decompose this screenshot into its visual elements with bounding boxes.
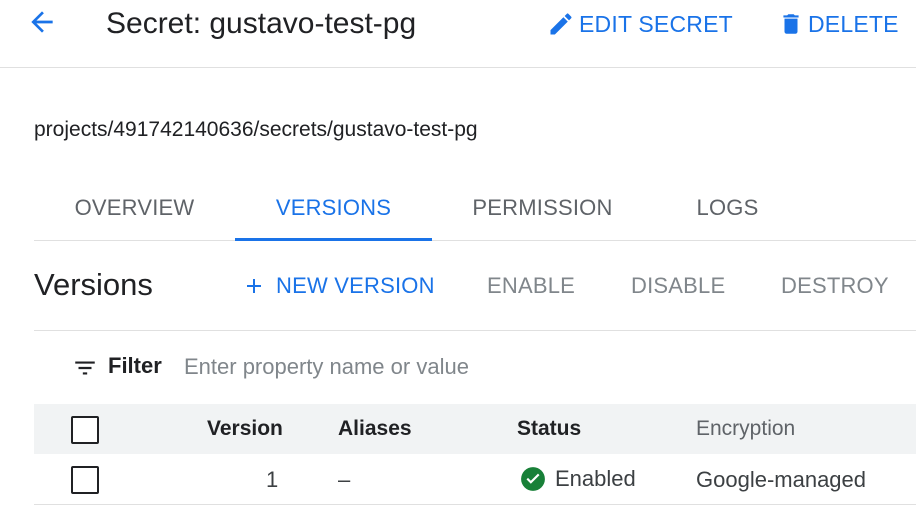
status-text: Enabled xyxy=(555,466,636,491)
tab-versions[interactable]: VERSIONS xyxy=(235,176,432,241)
delete-button[interactable]: DELETE xyxy=(778,6,899,42)
filter-label: Filter xyxy=(108,353,162,378)
versions-table: Version Aliases Status Encryption 1 – En… xyxy=(34,404,916,505)
section-title: Versions xyxy=(34,267,153,302)
filter-input[interactable] xyxy=(184,349,884,385)
resource-path: projects/491742140636/secrets/gustavo-te… xyxy=(34,118,478,141)
status-cell: Enabled xyxy=(520,466,636,492)
back-button[interactable] xyxy=(24,8,60,40)
page-title: Secret: gustavo-test-pg xyxy=(106,7,417,40)
edit-secret-button[interactable]: EDIT SECRET xyxy=(547,6,733,42)
arrow-back-icon xyxy=(26,6,58,43)
delete-label: DELETE xyxy=(808,10,899,37)
select-all-checkbox[interactable] xyxy=(71,416,99,444)
edit-secret-label: EDIT SECRET xyxy=(579,10,733,37)
encryption-cell: Google-managed xyxy=(696,467,867,492)
plus-icon xyxy=(242,274,266,298)
tab-bar: OVERVIEW VERSIONS PERMISSION LOGS xyxy=(34,176,916,241)
disable-button[interactable]: DISABLE xyxy=(631,268,725,304)
trash-icon xyxy=(778,10,804,38)
filter-bar: Filter xyxy=(34,330,916,404)
column-header-aliases[interactable]: Aliases xyxy=(338,417,412,441)
pencil-icon xyxy=(547,10,575,38)
destroy-button[interactable]: DESTROY xyxy=(781,268,889,304)
column-header-encryption: Encryption xyxy=(696,417,796,440)
table-row: 1 – Enabled Google-managed xyxy=(34,454,916,505)
tab-logs[interactable]: LOGS xyxy=(653,176,802,240)
new-version-button[interactable]: NEW VERSION xyxy=(242,268,435,304)
check-circle-icon xyxy=(520,466,546,492)
table-header: Version Aliases Status Encryption xyxy=(34,404,916,454)
filter-icon[interactable] xyxy=(72,355,98,381)
version-cell: 1 xyxy=(266,467,279,492)
page-header: Secret: gustavo-test-pg EDIT SECRET DELE… xyxy=(0,0,916,68)
tab-overview[interactable]: OVERVIEW xyxy=(34,176,235,240)
row-checkbox[interactable] xyxy=(71,466,99,494)
enable-button[interactable]: ENABLE xyxy=(487,268,575,304)
column-header-version[interactable]: Version xyxy=(207,417,283,441)
tab-permission[interactable]: PERMISSION xyxy=(432,176,653,240)
new-version-label: NEW VERSION xyxy=(276,273,435,298)
aliases-cell: – xyxy=(338,467,351,492)
column-header-status[interactable]: Status xyxy=(517,417,581,441)
